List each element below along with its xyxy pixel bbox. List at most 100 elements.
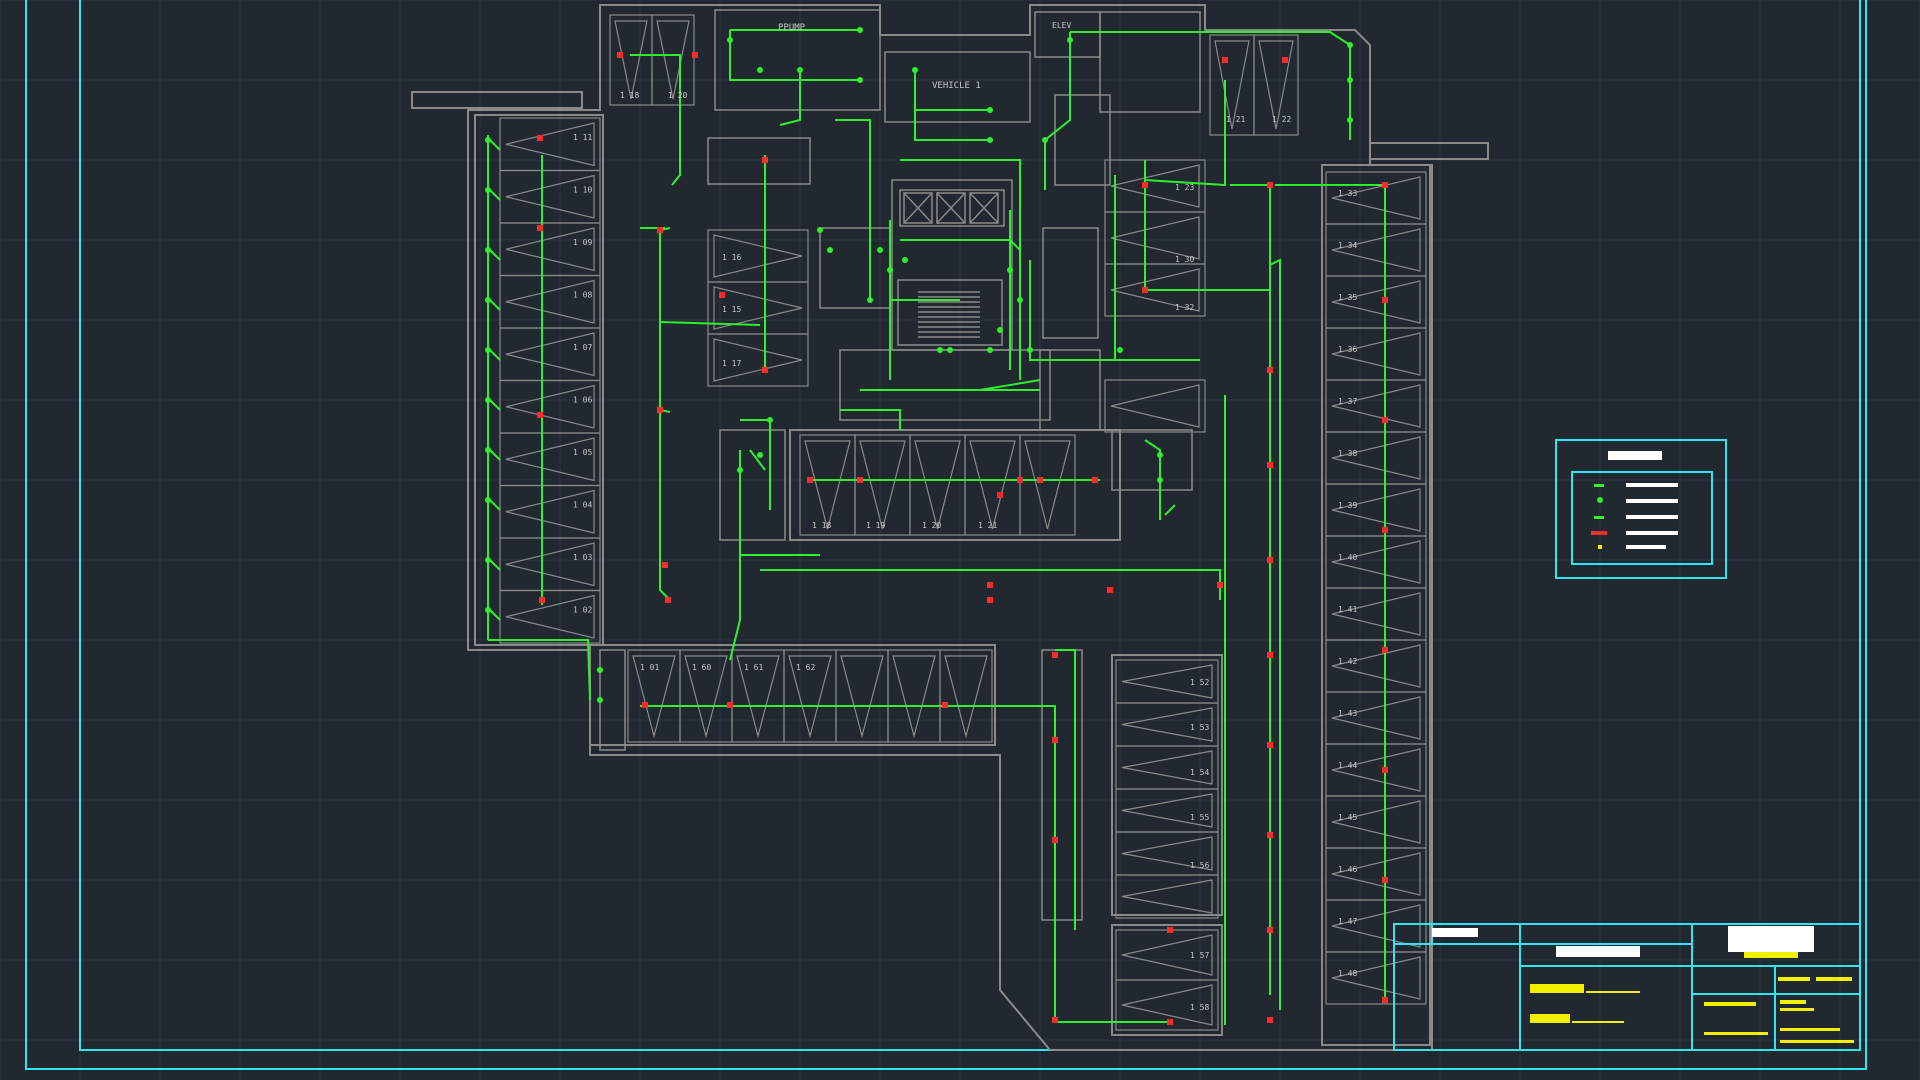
electrical-device <box>1052 737 1058 743</box>
lighting-fixture <box>947 347 953 353</box>
electrical-device <box>1052 1017 1058 1023</box>
stall-number: 1 38 <box>1338 449 1357 458</box>
electrical-device <box>657 407 663 413</box>
stall-number: 1 33 <box>1338 189 1357 198</box>
electrical-device <box>537 412 543 418</box>
lighting-fixture <box>867 297 873 303</box>
lighting-fixture <box>877 247 883 253</box>
lighting-fixture <box>1027 347 1033 353</box>
electrical-device <box>807 477 813 483</box>
stall-number: 1 45 <box>1338 813 1357 822</box>
stall-number: 1 20 <box>668 91 687 100</box>
electrical-device <box>1282 57 1288 63</box>
electrical-device <box>1037 477 1043 483</box>
electrical-device <box>1107 587 1113 593</box>
stall-number: 1 23 <box>1175 183 1194 192</box>
lighting-fixture <box>1117 347 1123 353</box>
electrical-device <box>1167 927 1173 933</box>
stall-number: 1 21 <box>1226 115 1245 124</box>
project-name-field <box>1556 946 1640 957</box>
lighting-fixture <box>887 267 893 273</box>
lighting-fixture <box>1067 37 1073 43</box>
stall-number: 1 16 <box>722 253 741 262</box>
lighting-fixture <box>817 227 823 233</box>
electrical-device <box>1382 997 1388 1003</box>
stall-number: 1 04 <box>573 501 592 510</box>
electrical-device <box>665 597 671 603</box>
designer-field <box>1530 984 1584 993</box>
room-label-pump: PPUMP <box>778 23 806 33</box>
lighting-fixture <box>987 137 993 143</box>
electrical-device <box>537 225 543 231</box>
title-block-field <box>1432 928 1478 937</box>
stall-number: 1 44 <box>1338 761 1357 770</box>
electrical-device <box>1267 652 1273 658</box>
stall-number: 1 02 <box>573 606 592 615</box>
electrical-device <box>617 52 623 58</box>
lighting-fixture <box>997 327 1003 333</box>
electrical-device <box>1382 647 1388 653</box>
lighting-fixture <box>1042 137 1048 143</box>
lighting-fixture <box>857 77 863 83</box>
lighting-fixture <box>1157 477 1163 483</box>
lighting-fixture <box>485 347 491 353</box>
stall-number: 1 39 <box>1338 501 1357 510</box>
stall-number: 1 36 <box>1338 345 1357 354</box>
electrical-device <box>1142 182 1148 188</box>
lighting-fixture <box>987 107 993 113</box>
stall-number: 1 56 <box>1190 861 1209 870</box>
legend-symbol-fixture <box>1597 497 1603 503</box>
electrical-device <box>1092 477 1098 483</box>
lighting-fixture <box>1007 267 1013 273</box>
stall-number: 1 01 <box>640 663 659 672</box>
electrical-device <box>1267 462 1273 468</box>
electrical-device <box>1267 182 1273 188</box>
lighting-fixture <box>1017 297 1023 303</box>
room-label-vehicle: VEHICLE 1 <box>932 81 981 91</box>
lighting-fixture <box>902 257 908 263</box>
electrical-device <box>1267 367 1273 373</box>
lighting-fixture <box>485 397 491 403</box>
electrical-device <box>1142 287 1148 293</box>
electrical-device <box>1382 417 1388 423</box>
electrical-device <box>537 135 543 141</box>
stall-number: 1 20 <box>922 521 941 530</box>
stall-number: 1 62 <box>796 663 815 672</box>
electrical-device <box>1382 182 1388 188</box>
lighting-fixture <box>757 67 763 73</box>
stall-number: 1 46 <box>1338 865 1357 874</box>
stall-number: 1 47 <box>1338 917 1357 926</box>
lighting-fixture <box>485 187 491 193</box>
stall-number: 1 10 <box>573 186 592 195</box>
stall-number: 1 43 <box>1338 709 1357 718</box>
cad-drawing-canvas[interactable]: PPUMP VEHICLE 1 ELEV 1 18 1 201 21 1 221… <box>0 0 1920 1080</box>
stall-number: 1 54 <box>1190 768 1209 777</box>
lighting-fixture <box>485 137 491 143</box>
room-label-elevator: ELEV <box>1052 21 1071 30</box>
stall-number: 1 57 <box>1190 951 1209 960</box>
electrical-device <box>642 702 648 708</box>
stall-number: 1 37 <box>1338 397 1357 406</box>
electrical-device <box>1382 297 1388 303</box>
stall-number: 1 09 <box>573 238 592 247</box>
lighting-fixture <box>727 37 733 43</box>
legend-title-bar <box>1608 451 1662 460</box>
stall-number: 1 58 <box>1190 1003 1209 1012</box>
lighting-fixture <box>987 347 993 353</box>
electrical-device <box>1267 1017 1273 1023</box>
electrical-device <box>1052 837 1058 843</box>
lighting-fixture <box>485 297 491 303</box>
electrical-device <box>942 702 948 708</box>
stall-number: 1 53 <box>1190 723 1209 732</box>
stall-number: 1 55 <box>1190 813 1209 822</box>
electrical-device <box>1167 1019 1173 1025</box>
stall-number: 1 35 <box>1338 293 1357 302</box>
lighting-fixture <box>485 607 491 613</box>
stall-number: 1 21 <box>978 521 997 530</box>
electrical-device <box>1267 742 1273 748</box>
electrical-device <box>1017 477 1023 483</box>
electrical-device <box>1382 527 1388 533</box>
electrical-device <box>1382 767 1388 773</box>
electrical-device <box>762 157 768 163</box>
stall-number: 1 03 <box>573 553 592 562</box>
